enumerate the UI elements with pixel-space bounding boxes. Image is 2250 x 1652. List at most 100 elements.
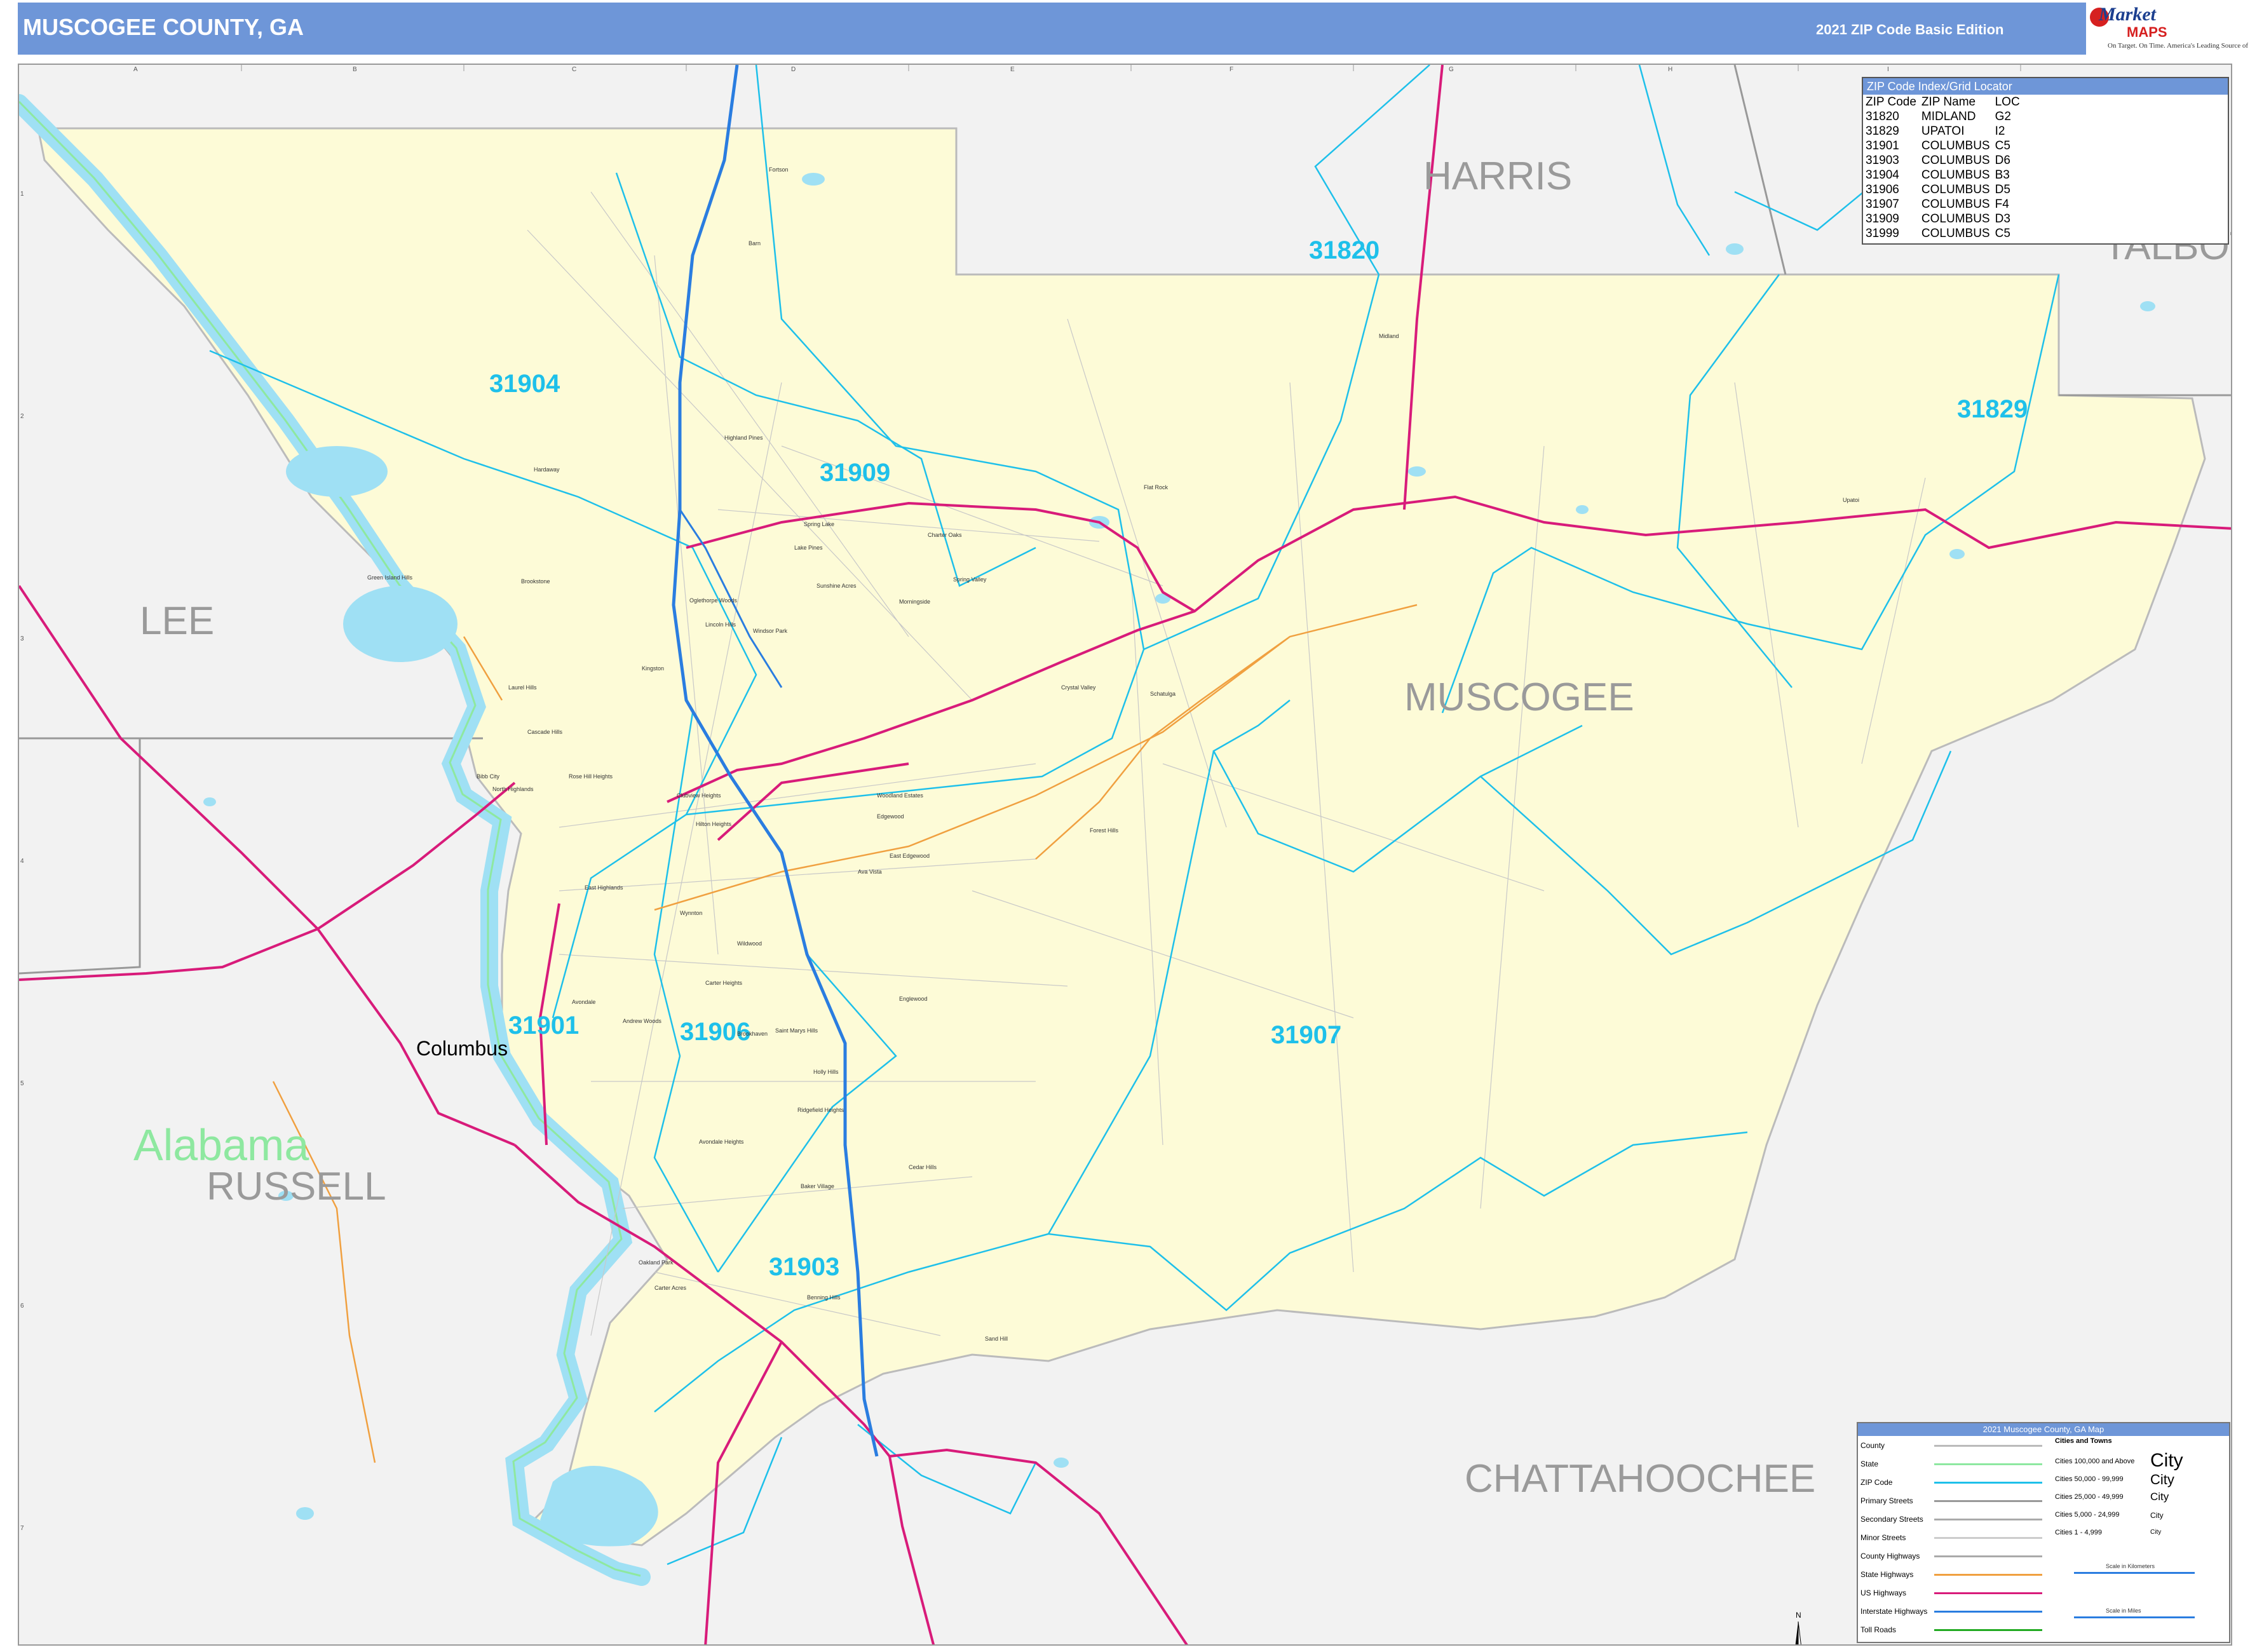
grid-col-label: I — [1887, 66, 1889, 73]
legend-line-sample — [1934, 1445, 2042, 1447]
market-maps-logo: Market MAPS On Target. On Time. America'… — [2086, 3, 2250, 55]
grid-row-label: 3 — [20, 635, 24, 642]
loc-cell: D3 — [1995, 212, 2010, 226]
grid-col-label: F — [1230, 66, 1234, 73]
zip-cell: 31909 — [1866, 212, 1899, 226]
zip-label-31829: 31829 — [1957, 395, 2028, 423]
grid-col-label: B — [353, 66, 357, 73]
legend-row: US Highways — [1858, 1585, 2232, 1602]
place-label: Flat Rock — [1144, 484, 1169, 491]
legend-title: 2021 Muscogee County, GA Map — [1858, 1423, 2229, 1436]
city-sample: City — [2150, 1472, 2174, 1487]
place-label: Crystal Valley — [1061, 684, 1096, 691]
legend-line-sample — [1934, 1482, 2042, 1484]
column-header: LOC — [1995, 95, 2020, 109]
legend-row: State Highways — [1858, 1566, 2232, 1584]
place-label: Sand Hill — [985, 1336, 1008, 1342]
loc-cell: F4 — [1995, 198, 2009, 211]
place-label: Avondale Heights — [699, 1139, 744, 1145]
legend-line-sample — [1934, 1592, 2042, 1594]
grid-ticks — [241, 65, 2021, 71]
city-class: Cities 25,000 - 49,999 — [2055, 1493, 2124, 1501]
loc-cell: C5 — [1995, 139, 2010, 152]
map-legend: 2021 Muscogee County, GA Map Cities and … — [1857, 1422, 2230, 1643]
place-label: Highland Pines — [724, 435, 763, 441]
place-label: Rose Hill Heights — [569, 773, 613, 780]
place-label: Barn — [749, 240, 761, 247]
legend-line-sample — [1934, 1500, 2042, 1502]
name-cell: MIDLAND — [1921, 110, 1976, 123]
scale-km-label: Scale in Kilometers — [2106, 1563, 2155, 1569]
place-label: Morningside — [899, 599, 931, 605]
name-cell: COLUMBUS — [1921, 212, 1990, 226]
grid-row-label: 7 — [20, 1525, 24, 1532]
table-row: 31820 MIDLAND G2 — [1866, 109, 2025, 124]
loc-cell: G2 — [1995, 110, 2011, 123]
place-label: Ridgefield Heights — [797, 1107, 844, 1113]
column-header: ZIP Code — [1866, 95, 1916, 109]
compass-n: N — [1796, 1611, 1801, 1620]
name-cell: COLUMBUS — [1921, 168, 1990, 182]
grid-col-label: C — [572, 66, 577, 73]
table-row: 31907 COLUMBUS F4 — [1866, 197, 2025, 212]
place-label: Holly Hills — [813, 1069, 839, 1075]
name-cell: COLUMBUS — [1921, 154, 1990, 167]
place-label: Baker Village — [801, 1183, 834, 1189]
scale-bar-mi — [2074, 1616, 2195, 1618]
place-label: Green Island Hills — [367, 574, 413, 581]
zip-cell: 31907 — [1866, 198, 1899, 211]
place-label: Midland — [1379, 333, 1399, 339]
city-label-columbus: Columbus — [416, 1037, 508, 1060]
legend-line-sample — [1934, 1611, 2042, 1613]
place-label: Cascade Hills — [527, 729, 563, 735]
grid-row-label: 2 — [20, 413, 24, 420]
place-label: Wynnton — [680, 910, 703, 916]
name-cell: COLUMBUS — [1921, 183, 1990, 196]
column-header: ZIP Name — [1921, 95, 1976, 109]
place-label: Schatulga — [1150, 691, 1176, 697]
place-label: Benning Hills — [807, 1294, 841, 1301]
legend-row: Minor Streets — [1858, 1529, 2232, 1547]
county-boundary-lee — [19, 737, 141, 975]
place-label: Spring Lake — [804, 521, 835, 527]
state-label-alabama: Alabama — [133, 1120, 309, 1170]
city-sample: City — [2150, 1511, 2164, 1520]
legend-label: Minor Streets — [1860, 1533, 1906, 1542]
grid-row-label: 5 — [20, 1080, 24, 1087]
map-svg — [19, 65, 2231, 1644]
city-class: Cities 5,000 - 24,999 — [2055, 1511, 2120, 1519]
legend-row: Toll Roads — [1858, 1622, 2232, 1639]
legend-line-sample — [1934, 1463, 2042, 1465]
legend-label: State — [1860, 1459, 1879, 1468]
table-row: 31904 COLUMBUS B3 — [1866, 168, 2025, 182]
table-row: 31903 COLUMBUS D6 — [1866, 153, 2025, 168]
zip-cell: 31820 — [1866, 110, 1899, 123]
table-row: 31909 COLUMBUS D3 — [1866, 212, 2025, 226]
place-label: Clubview Heights — [677, 792, 721, 799]
loc-cell: I2 — [1995, 125, 2005, 138]
place-label: Windsor Park — [753, 628, 788, 634]
zip-index-grid: ZIP Code ZIP Name LOC 31820 MIDLAND G2 318… — [1866, 95, 2025, 241]
place-label: Englewood — [899, 996, 928, 1002]
zip-cell: 31904 — [1866, 168, 1899, 182]
place-label: Bibb City — [477, 773, 500, 780]
city-sample: City — [2150, 1450, 2183, 1471]
legend-line-sample — [1934, 1555, 2042, 1557]
legend-row: Primary Streets — [1858, 1493, 2232, 1510]
city-class: Cities 50,000 - 99,999 — [2055, 1475, 2124, 1483]
logo-brand: Market — [2099, 4, 2156, 25]
legend-line-sample — [1934, 1574, 2042, 1576]
edition-label: 2021 ZIP Code Basic Edition — [1816, 22, 2004, 37]
place-label: Wildwood — [737, 940, 762, 947]
place-label: Carter Heights — [705, 980, 743, 986]
zip-label-31901: 31901 — [508, 1012, 579, 1039]
place-label: Oakland Park — [639, 1259, 674, 1266]
map-canvas[interactable]: HARRIS LEE MUSCOGEE RUSSELL CHATTAHOOCHE… — [18, 64, 2232, 1646]
place-label: Saint Marys Hills — [775, 1027, 818, 1034]
grid-col-label: G — [1449, 66, 1454, 73]
legend-row: ZIP Code — [1858, 1474, 2232, 1492]
logo-tagline: On Target. On Time. America's Leading So… — [2108, 42, 2250, 50]
place-label: Ava Vista — [858, 869, 882, 875]
zip-cell: 31903 — [1866, 154, 1899, 167]
grid-col-label: A — [133, 66, 138, 73]
